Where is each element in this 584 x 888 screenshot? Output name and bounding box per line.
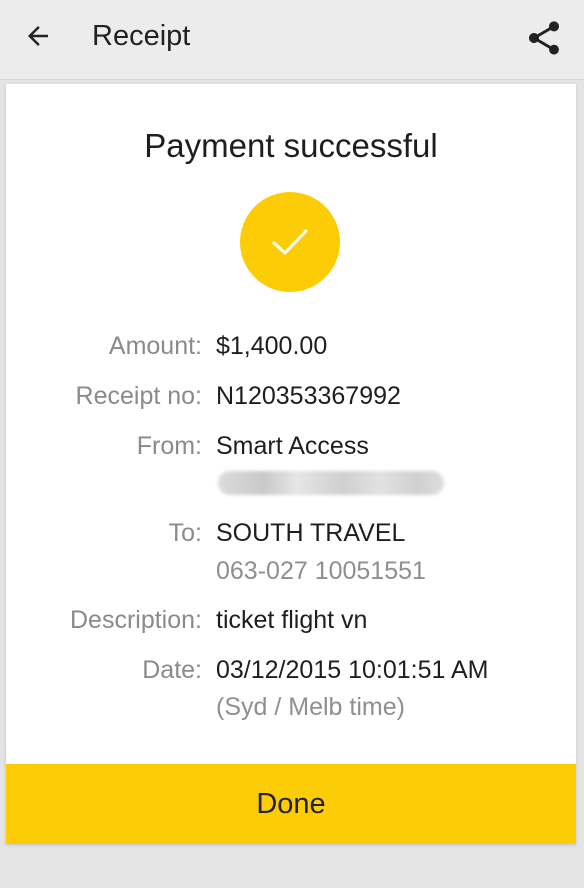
page-title: Receipt xyxy=(92,20,191,52)
arrow-left-icon xyxy=(28,26,48,46)
app-bar: Receipt xyxy=(0,0,584,80)
date-timezone-note: (Syd / Melb time) xyxy=(216,693,405,721)
success-badge xyxy=(240,192,340,292)
receipt-card: Payment successful Amount: $1,400.00 Rec… xyxy=(6,84,576,844)
receipt-no-label: Receipt no: xyxy=(75,382,202,410)
date-value: 03/12/2015 10:01:51 AM xyxy=(216,656,489,684)
from-value: Smart Access xyxy=(216,432,369,460)
from-label: From: xyxy=(136,432,202,460)
receipt-no-value: N120353367992 xyxy=(216,382,401,410)
check-icon xyxy=(272,229,308,255)
back-button[interactable] xyxy=(14,12,62,60)
to-label: To: xyxy=(168,519,202,547)
to-value: SOUTH TRAVEL xyxy=(216,519,406,547)
to-account-number: 063-027 10051551 xyxy=(216,557,426,585)
payment-status-title: Payment successful xyxy=(144,127,438,164)
redacted-account-number xyxy=(218,471,444,495)
done-button[interactable]: Done xyxy=(6,764,576,844)
description-label: Description: xyxy=(70,606,202,634)
date-label: Date: xyxy=(142,656,202,684)
share-icon xyxy=(529,21,559,55)
description-value: ticket flight vn xyxy=(216,606,368,634)
amount-value: $1,400.00 xyxy=(216,332,328,360)
share-button[interactable] xyxy=(518,12,570,64)
amount-label: Amount: xyxy=(108,332,202,360)
